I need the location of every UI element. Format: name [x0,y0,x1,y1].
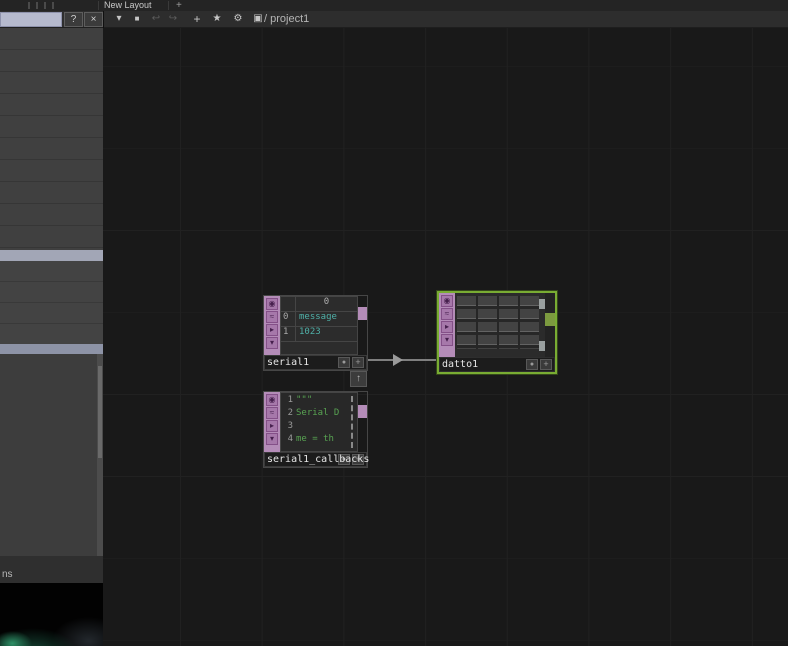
viewer-flag-icon[interactable]: ◉ [441,295,453,307]
sidebar-panel[interactable] [0,354,103,556]
node-flag-strip: ◉ ≈ ▸ ▾ [264,392,280,452]
bypass-flag-icon[interactable]: ≈ [441,308,453,320]
sidebar-statusbar: ns [0,556,103,583]
node-datto1-selected[interactable]: ◉ ≈ ▸ ▾ datto1 ● + [437,291,557,374]
add-layout-button[interactable]: + [176,0,182,11]
line-number: 3 [287,421,293,431]
dock-flag-icon[interactable]: ▾ [441,334,453,346]
viewer-button[interactable]: ● [338,357,350,368]
dat-corner-cell [281,297,296,311]
node-flag-strip: ◉ ≈ ▸ ▾ [439,293,455,357]
dat-header-cell: 0 [323,297,330,307]
viewer-flag-icon[interactable]: ◉ [266,394,278,406]
dat-row: 1 1023 [281,327,357,342]
dat-grid-preview [455,293,545,357]
table-grid [457,296,539,349]
star-icon[interactable]: ★ [209,11,225,28]
code-line: 4 me = th [283,434,357,447]
code-text: """ [296,395,313,405]
export-flag-icon[interactable]: ▸ [266,324,278,336]
sidebar-list-middle[interactable] [0,261,103,344]
node-serial1-callbacks[interactable]: ◉ ≈ ▸ ▾ 1 """ 2 Serial D 3 4 me = th ● +… [264,392,370,467]
output-connector[interactable] [358,307,367,320]
viewer-button[interactable]: ● [526,359,538,370]
back-icon[interactable]: ↩ [148,11,164,28]
sidebar-list-top[interactable] [0,28,103,250]
dat-row-value: message [299,312,337,322]
network-toolbar: ▾ ■ ↩ ↪ + ★ ⚙ ▣ / project1 [103,11,788,28]
code-lines: 1 """ 2 Serial D 3 4 me = th [281,393,357,447]
sidebar-selected-row-1[interactable] [0,250,103,261]
node-label: serial1_callbacks [267,454,370,465]
grip-icon [28,2,30,9]
add-icon[interactable]: + [189,11,205,28]
gear-icon[interactable]: ⚙ [230,11,246,28]
export-flag-icon[interactable]: ▸ [266,420,278,432]
code-line: 1 """ [283,395,357,408]
dat-row-value: 1023 [299,327,321,337]
scroll-mark [539,299,545,309]
node-flag-strip: ◉ ≈ ▸ ▾ [264,296,280,355]
node-label-bar[interactable]: serial1 ● + [264,355,367,370]
sidebar-thumbnail[interactable] [0,583,103,646]
dat-header-row: 0 [281,297,357,312]
close-button[interactable]: × [84,12,103,27]
code-scrollbar[interactable] [351,396,353,448]
node-serial1[interactable]: ◉ ≈ ▸ ▾ 0 0 message 1 1023 serial1 ● + [264,296,367,370]
chevron-down-icon[interactable]: ▾ [111,11,127,28]
add-button[interactable]: + [352,357,364,368]
grip-icon [52,2,54,9]
output-connector[interactable] [358,405,367,418]
scroll-mark [539,341,545,351]
bypass-flag-icon[interactable]: ≈ [266,311,278,323]
viewer-flag-icon[interactable]: ◉ [266,298,278,310]
sidebar-selected-row-2[interactable] [0,344,103,354]
dat-row: 0 message [281,312,357,327]
breadcrumb[interactable]: / project1 [264,11,309,28]
dat-row-index: 1 [281,327,296,341]
grip-icon [44,2,46,9]
sidebar-status-text: ns [2,569,13,580]
dat-table-preview: 0 0 message 1 1023 [280,296,358,355]
dock-flag-icon[interactable]: ▾ [266,337,278,349]
layout-tab[interactable]: New Layout [104,0,152,11]
dat-row-index: 0 [281,312,296,326]
line-number: 4 [287,434,293,444]
code-preview: 1 """ 2 Serial D 3 4 me = th [280,392,358,452]
node-label-bar[interactable]: datto1 ● + [439,357,555,372]
pane-search-field[interactable] [0,12,62,27]
touchdesigner-window: New Layout + ? × ▾ ■ ↩ ↪ + ★ ⚙ ▣ / proje… [0,0,788,646]
help-button[interactable]: ? [64,12,83,27]
line-number: 2 [287,408,293,418]
grip-icon [36,2,38,9]
stop-icon[interactable]: ■ [129,11,145,28]
code-line: 2 Serial D [283,408,357,421]
dock-flag-icon[interactable]: ▾ [266,433,278,445]
layout-bar: New Layout + [0,0,788,11]
node-label: datto1 [442,359,479,370]
code-text: me = th [296,434,334,444]
export-flag-icon[interactable]: ▸ [441,321,453,333]
add-button[interactable]: + [540,359,552,370]
divider [98,1,99,10]
expand-arrow-button[interactable]: ↑ [350,371,367,387]
code-line: 3 [283,421,357,434]
line-number: 1 [287,395,293,405]
wire-arrow-icon [393,354,403,366]
output-connector[interactable] [545,313,555,326]
code-text: Serial D [296,408,340,418]
forward-icon[interactable]: ↪ [165,11,181,28]
node-label-bar[interactable]: ● + serial1_callbacks [264,452,370,467]
node-label: serial1 [267,357,310,368]
network-canvas[interactable]: ◉ ≈ ▸ ▾ 0 0 message 1 1023 serial1 ● + ↑… [103,28,788,646]
divider [168,1,169,10]
scrollbar-thumb[interactable] [98,366,102,458]
bypass-flag-icon[interactable]: ≈ [266,407,278,419]
